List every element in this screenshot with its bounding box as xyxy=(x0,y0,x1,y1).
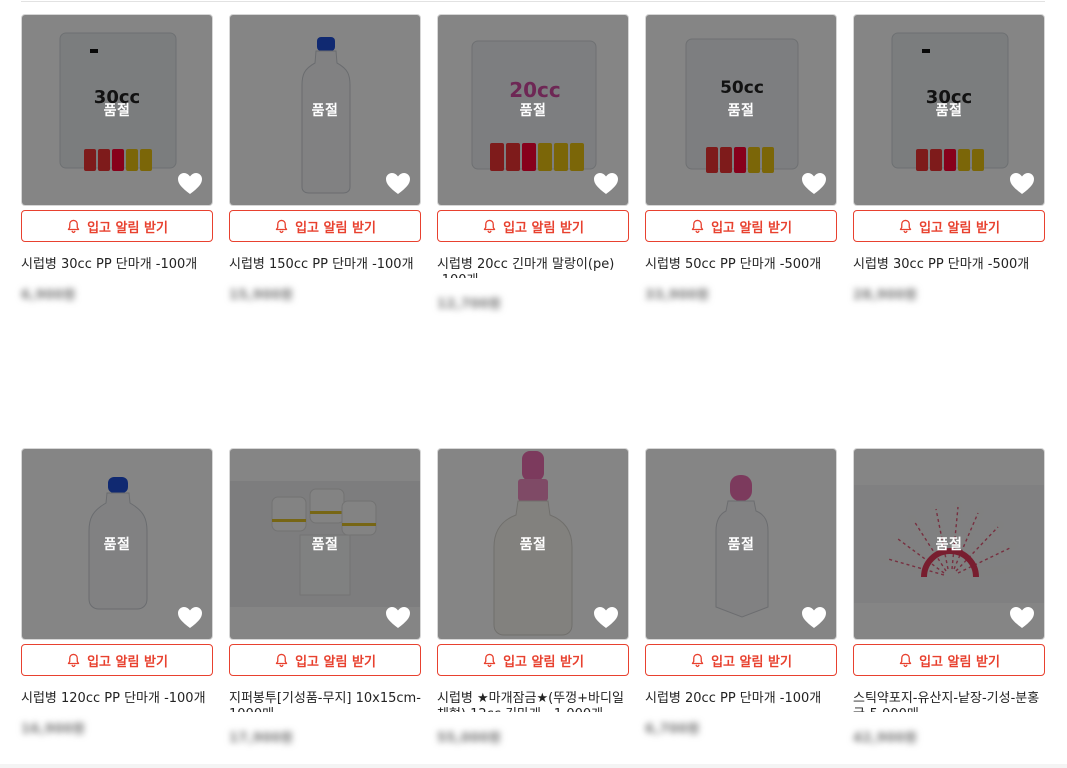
product-price: 28,900원 xyxy=(853,288,918,303)
soldout-label: 품절 xyxy=(519,537,547,553)
heart-icon[interactable] xyxy=(801,172,827,196)
restock-notify-label: 입고 알림 받기 xyxy=(711,220,792,236)
restock-notify-button[interactable]: 입고 알림 받기 xyxy=(437,644,629,676)
heart-icon[interactable] xyxy=(1009,606,1035,630)
product-price: 17,900원 xyxy=(229,731,294,746)
product-image[interactable]: 품절 xyxy=(853,448,1045,640)
bell-icon xyxy=(899,219,912,233)
product-image[interactable]: 30cc 품절 xyxy=(21,14,213,206)
heart-icon[interactable] xyxy=(385,172,411,196)
restock-notify-button[interactable]: 입고 알림 받기 xyxy=(21,210,213,242)
restock-notify-button[interactable]: 입고 알림 받기 xyxy=(645,644,837,676)
product-title[interactable]: 시럽병 20cc PP 단마개 -100개 xyxy=(645,691,841,707)
product-card[interactable]: 20cc 품절 입고 알림 받기 시럽병 20cc 긴마개 말랑이(pe) -1… xyxy=(437,14,629,312)
product-image[interactable]: 품절 xyxy=(229,14,421,206)
top-divider xyxy=(21,1,1045,2)
restock-notify-label: 입고 알림 받기 xyxy=(87,654,168,670)
product-image[interactable]: 품절 xyxy=(645,448,837,640)
product-title[interactable]: 시럽병 150cc PP 단마개 -100개 xyxy=(229,257,425,273)
restock-notify-button[interactable]: 입고 알림 받기 xyxy=(853,210,1045,242)
product-title[interactable]: 시럽병 120cc PP 단마개 -100개 xyxy=(21,691,217,707)
heart-icon[interactable] xyxy=(385,606,411,630)
restock-notify-label: 입고 알림 받기 xyxy=(919,654,1000,670)
product-card[interactable]: 30cc 품절 입고 알림 받기 시럽병 30cc PP 단마개 -100개 6… xyxy=(21,14,213,303)
bell-icon xyxy=(483,219,496,233)
restock-notify-button[interactable]: 입고 알림 받기 xyxy=(645,210,837,242)
product-price: 16,900원 xyxy=(21,722,86,737)
product-price: 33,900원 xyxy=(645,288,710,303)
bell-icon xyxy=(691,219,704,233)
bell-icon xyxy=(899,653,912,667)
product-image[interactable]: 품절 xyxy=(437,448,629,640)
product-price: 6,900원 xyxy=(21,288,76,303)
soldout-label: 품절 xyxy=(103,103,131,119)
product-card[interactable]: 50cc 품절 입고 알림 받기 시럽병 50cc PP 단마개 -500개 3… xyxy=(645,14,837,303)
product-price: 6,700원 xyxy=(645,722,700,737)
product-image[interactable]: 품절 xyxy=(21,448,213,640)
product-image[interactable]: 50cc 품절 xyxy=(645,14,837,206)
bell-icon xyxy=(67,653,80,667)
product-card[interactable]: 품절 입고 알림 받기 시럽병 120cc PP 단마개 -100개 16,90… xyxy=(21,448,213,737)
soldout-label: 품절 xyxy=(935,537,963,553)
product-image[interactable]: 품절 xyxy=(229,448,421,640)
bell-icon xyxy=(691,653,704,667)
product-image[interactable]: 20cc 품절 xyxy=(437,14,629,206)
restock-notify-button[interactable]: 입고 알림 받기 xyxy=(229,644,421,676)
restock-notify-button[interactable]: 입고 알림 받기 xyxy=(229,210,421,242)
product-price: 42,900원 xyxy=(853,731,918,746)
restock-notify-label: 입고 알림 받기 xyxy=(503,654,584,670)
heart-icon[interactable] xyxy=(593,606,619,630)
restock-notify-label: 입고 알림 받기 xyxy=(919,220,1000,236)
restock-notify-label: 입고 알림 받기 xyxy=(295,220,376,236)
heart-icon[interactable] xyxy=(177,606,203,630)
product-title[interactable]: 시럽병 30cc PP 단마개 -100개 xyxy=(21,257,217,273)
product-card[interactable]: 품절 입고 알림 받기 스틱약포지-유산지-낱장-기성-분홍글-5,000매 4… xyxy=(853,448,1045,746)
heart-icon[interactable] xyxy=(801,606,827,630)
bell-icon xyxy=(275,653,288,667)
heart-icon[interactable] xyxy=(593,172,619,196)
restock-notify-label: 입고 알림 받기 xyxy=(503,220,584,236)
soldout-label: 품절 xyxy=(935,103,963,119)
product-title[interactable]: 시럽병 ★마개잠금★(뚜껑+바디일체형) 12cc 긴마개 - 1,000개 xyxy=(437,691,633,712)
bell-icon xyxy=(275,219,288,233)
bell-icon xyxy=(483,653,496,667)
product-title[interactable]: 시럽병 30cc PP 단마개 -500개 xyxy=(853,257,1049,273)
product-price: 15,900원 xyxy=(229,288,294,303)
heart-icon[interactable] xyxy=(177,172,203,196)
product-card[interactable]: 품절 입고 알림 받기 시럽병 150cc PP 단마개 -100개 15,90… xyxy=(229,14,421,303)
product-title[interactable]: 시럽병 50cc PP 단마개 -500개 xyxy=(645,257,841,273)
restock-notify-label: 입고 알림 받기 xyxy=(87,220,168,236)
restock-notify-button[interactable]: 입고 알림 받기 xyxy=(853,644,1045,676)
product-image[interactable]: 30cc 품절 xyxy=(853,14,1045,206)
product-price: 55,000원 xyxy=(437,731,502,746)
restock-notify-label: 입고 알림 받기 xyxy=(295,654,376,670)
soldout-label: 품절 xyxy=(103,537,131,553)
product-title[interactable]: 시럽병 20cc 긴마개 말랑이(pe) -100개 xyxy=(437,257,633,278)
product-card[interactable]: 품절 입고 알림 받기 시럽병 20cc PP 단마개 -100개 6,700원 xyxy=(645,448,837,737)
product-card[interactable]: 30cc 품절 입고 알림 받기 시럽병 30cc PP 단마개 -500개 2… xyxy=(853,14,1045,303)
bell-icon xyxy=(67,219,80,233)
soldout-label: 품절 xyxy=(727,103,755,119)
product-price: 12,700원 xyxy=(437,297,502,312)
heart-icon[interactable] xyxy=(1009,172,1035,196)
soldout-label: 품절 xyxy=(519,103,547,119)
product-card[interactable]: 품절 입고 알림 받기 시럽병 ★마개잠금★(뚜껑+바디일체형) 12cc 긴마… xyxy=(437,448,629,746)
bottom-edge xyxy=(0,764,1067,768)
restock-notify-button[interactable]: 입고 알림 받기 xyxy=(21,644,213,676)
soldout-label: 품절 xyxy=(311,537,339,553)
product-title[interactable]: 지퍼봉투[기성품-무지] 10x15cm-1000매 xyxy=(229,691,425,712)
soldout-label: 품절 xyxy=(311,103,339,119)
product-title[interactable]: 스틱약포지-유산지-낱장-기성-분홍글-5,000매 xyxy=(853,691,1049,712)
restock-notify-button[interactable]: 입고 알림 받기 xyxy=(437,210,629,242)
product-card[interactable]: 품절 입고 알림 받기 지퍼봉투[기성품-무지] 10x15cm-1000매 1… xyxy=(229,448,421,746)
restock-notify-label: 입고 알림 받기 xyxy=(711,654,792,670)
soldout-label: 품절 xyxy=(727,537,755,553)
